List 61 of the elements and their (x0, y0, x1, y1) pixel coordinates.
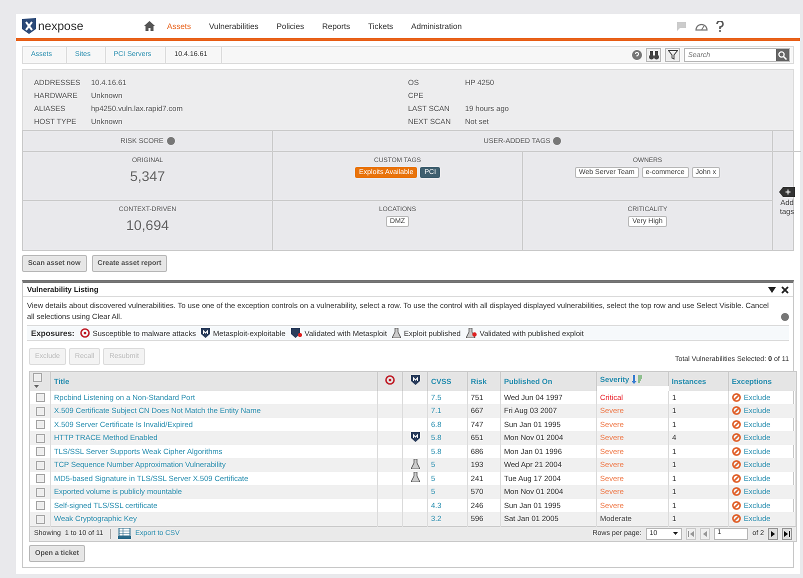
nav-tab[interactable]: Vulnerabilities (209, 22, 259, 30)
row-checkbox[interactable] (36, 488, 44, 497)
nav-tab[interactable]: Administration (411, 22, 462, 30)
shield-icon (290, 328, 302, 338)
next-page-button[interactable] (768, 528, 778, 540)
nav-tab[interactable]: Reports (322, 22, 350, 30)
search-icon[interactable] (778, 50, 787, 60)
score-value: 10,694 (126, 217, 169, 233)
home-icon[interactable] (144, 21, 155, 31)
exposures-label: Exposures: (31, 328, 75, 338)
binoculars-button[interactable] (646, 48, 661, 62)
prohibited-icon[interactable] (732, 392, 741, 402)
caret-icon[interactable] (673, 532, 678, 536)
logo-icon (22, 18, 36, 34)
prohibited-icon[interactable] (732, 487, 741, 496)
prohibited-icon[interactable] (732, 446, 741, 456)
gauge-icon[interactable] (695, 22, 708, 30)
shield-icon (410, 432, 420, 442)
score-value: 5,347 (130, 168, 166, 184)
previous-page-icon[interactable] (703, 530, 708, 537)
filter-button[interactable] (665, 48, 680, 62)
shield-icon (200, 328, 210, 338)
prohibited-icon[interactable] (732, 500, 741, 510)
flask-icon (466, 328, 477, 338)
previous-page-button[interactable] (700, 528, 710, 540)
row-checkbox[interactable] (36, 393, 44, 402)
spreadsheet-icon[interactable] (118, 528, 132, 540)
row-checkbox[interactable] (36, 406, 44, 416)
last-page-icon[interactable] (784, 530, 790, 537)
first-page-button[interactable] (686, 528, 696, 540)
prohibited-icon[interactable] (732, 514, 741, 524)
nav-tab[interactable]: Policies (276, 22, 304, 30)
close-icon[interactable] (781, 286, 789, 294)
row-checkbox[interactable] (36, 501, 44, 510)
next-page-icon[interactable] (771, 530, 775, 537)
select-all-checkbox[interactable] (33, 372, 42, 382)
prohibited-icon[interactable] (732, 433, 741, 442)
row-checkbox[interactable] (36, 434, 44, 443)
flask-icon (410, 472, 420, 482)
filter-icon[interactable] (668, 50, 678, 60)
prohibited-icon[interactable] (732, 474, 741, 483)
prohibited-icon[interactable] (732, 420, 741, 429)
brand-name: nexpose (38, 19, 84, 33)
first-page-icon[interactable] (688, 530, 694, 537)
last-page-button[interactable] (782, 528, 792, 540)
row-checkbox[interactable] (36, 514, 44, 524)
flask-icon (410, 458, 420, 469)
add-tag-icon[interactable] (779, 186, 795, 196)
nav-tab[interactable]: Assets (167, 22, 192, 30)
flask-icon (392, 328, 401, 338)
prohibited-icon[interactable] (732, 406, 741, 416)
prohibited-icon[interactable] (732, 460, 741, 470)
collapse-icon[interactable] (768, 286, 776, 292)
row-checkbox[interactable] (36, 447, 44, 456)
row-checkbox[interactable] (36, 460, 44, 470)
row-checkbox[interactable] (36, 474, 44, 484)
shield-icon (410, 375, 420, 386)
row-checkbox[interactable] (36, 420, 44, 430)
nav-tab[interactable]: Tickets (368, 22, 394, 30)
sort-icon[interactable] (632, 374, 642, 384)
binoculars-icon[interactable] (648, 50, 658, 60)
